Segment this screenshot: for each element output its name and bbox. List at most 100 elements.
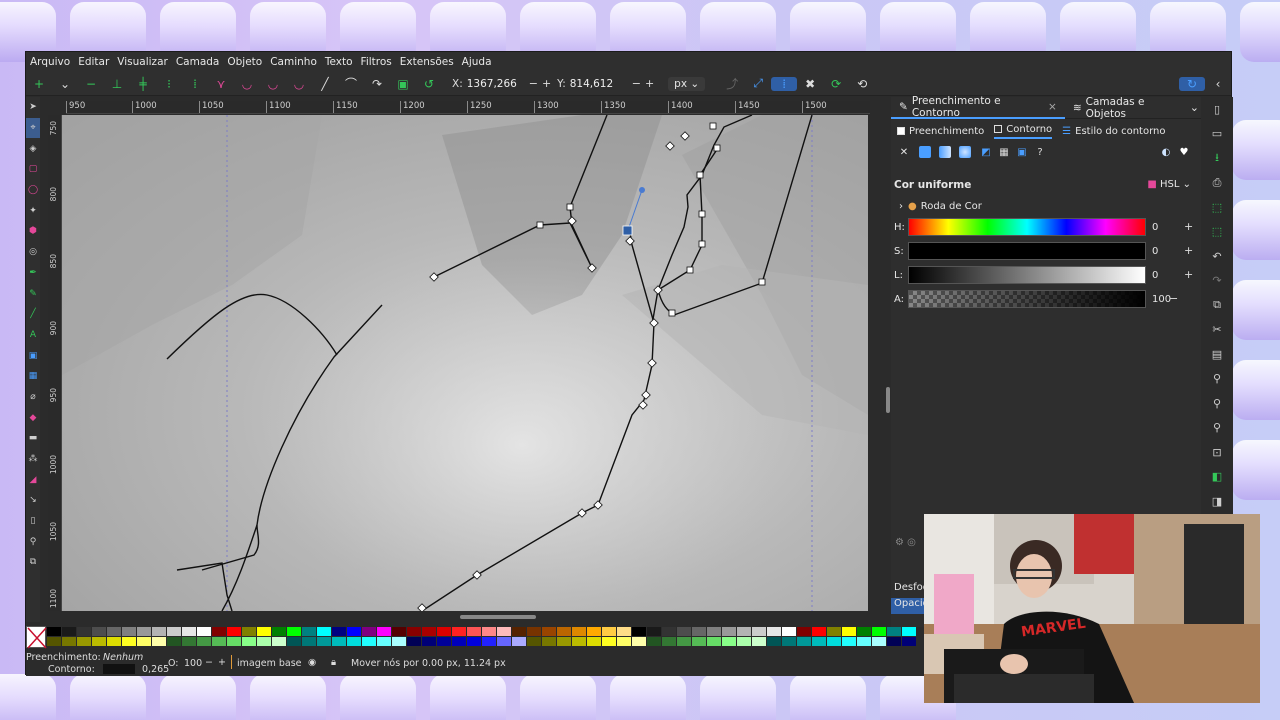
color-wheel-expander[interactable]: › ● Roda de Cor [899,201,1201,212]
palette-swatch[interactable] [422,637,436,646]
palette-swatch[interactable] [872,637,886,646]
redo-icon[interactable]: ↷ [1201,269,1233,294]
radial-gradient-button[interactable] [959,146,971,158]
palette-swatch[interactable] [77,627,91,636]
palette-swatch[interactable] [467,627,481,636]
palette-swatch[interactable] [797,637,811,646]
open-folder-icon[interactable]: ▭ [1201,122,1233,147]
palette-swatch[interactable] [362,637,376,646]
palette-swatch[interactable] [542,627,556,636]
palette-swatch[interactable] [227,627,241,636]
selector-tool-icon[interactable]: ➤ [26,97,40,118]
tweak-tool-icon[interactable]: ◈ [26,138,40,159]
palette-swatch[interactable] [572,627,586,636]
menu-visualizar[interactable]: Visualizar [117,56,168,68]
palette-swatch[interactable] [677,627,691,636]
stroke-swatch[interactable] [103,664,135,674]
palette-swatch[interactable] [137,627,151,636]
show-outline-icon[interactable]: ⟳ [823,77,849,91]
drawing-canvas[interactable] [62,115,868,611]
dropdown-chevron-icon[interactable]: ⌄ [52,77,78,91]
subtab-stroke[interactable]: Contorno [994,124,1053,139]
stroke-width[interactable]: 0,265 [142,664,169,675]
palette-swatch[interactable] [902,637,916,646]
menu-objeto[interactable]: Objeto [227,56,262,68]
color-mode-select[interactable]: ■ HSL ⌄ [1147,179,1191,191]
palette-swatch[interactable] [302,637,316,646]
insert-node-icon[interactable]: + [26,77,52,91]
star-tool-icon[interactable]: ✦ [26,200,40,221]
palette-swatch[interactable] [107,627,121,636]
opacity-minus-button[interactable]: − [205,657,213,668]
palette-swatch[interactable] [377,637,391,646]
snap-toggle-icon[interactable]: ↻ [1179,76,1205,91]
lightness-value[interactable]: 0 [1152,270,1158,281]
pen-tool-icon[interactable]: ✒ [26,263,40,284]
palette-swatch[interactable] [647,637,661,646]
palette-swatch[interactable] [362,627,376,636]
zoom-selection-icon[interactable]: ⚲ [1201,367,1233,392]
palette-swatch[interactable] [482,637,496,646]
palette-swatch[interactable] [452,637,466,646]
dropper-tool-icon[interactable]: ⌀ [26,387,40,408]
palette-swatch[interactable] [497,637,511,646]
palette-swatch[interactable] [62,627,76,636]
pattern-button[interactable]: ▦ [997,145,1011,159]
palette-swatch[interactable] [437,627,451,636]
menu-camada[interactable]: Camada [176,56,220,68]
palette-swatch[interactable] [227,637,241,646]
palette-swatch[interactable] [692,637,706,646]
swatch-button[interactable]: ▣ [1015,145,1029,159]
palette-swatch[interactable] [512,627,526,636]
palette-swatch[interactable] [92,627,106,636]
palette-swatch[interactable] [602,637,616,646]
current-layer[interactable]: imagem base [237,658,302,669]
spiral-tool-icon[interactable]: ◎ [26,242,40,263]
chevron-down-icon[interactable]: ⌄ [1190,101,1199,114]
palette-swatch[interactable] [257,637,271,646]
print-icon[interactable]: ⎙ [1201,171,1233,196]
palette-swatch[interactable] [377,627,391,636]
palette-swatch[interactable] [527,637,541,646]
3d-box-tool-icon[interactable]: ⬢ [26,221,40,242]
no-paint-button[interactable]: ✕ [897,145,911,159]
palette-swatch[interactable] [857,627,871,636]
menu-caminho[interactable]: Caminho [270,56,317,68]
palette-swatch[interactable] [302,627,316,636]
fill-rule-evenodd-icon[interactable]: ◐ [1159,145,1173,159]
palette-swatch[interactable] [197,627,211,636]
palette-swatch[interactable] [647,627,661,636]
palette-swatch[interactable] [587,627,601,636]
lightness-slider[interactable] [908,266,1146,284]
palette-swatch[interactable] [572,637,586,646]
vertical-scrollbar[interactable] [886,387,890,413]
menu-filtros[interactable]: Filtros [361,56,392,68]
pencil-tool-icon[interactable]: ✎ [26,283,40,304]
palette-swatch[interactable] [47,637,61,646]
palette-swatch[interactable] [197,637,211,646]
ellipse-tool-icon[interactable]: ◯ [26,180,40,201]
palette-swatch[interactable] [782,637,796,646]
saturation-value[interactable]: 0 [1152,246,1158,257]
symmetric-node-icon[interactable]: ◡ [260,77,286,91]
tab-fill-stroke[interactable]: ✎ Preenchimento e Contorno × [891,95,1065,119]
palette-swatch[interactable] [662,637,676,646]
save-icon[interactable]: ⭳ [1201,146,1233,171]
line-segment-icon[interactable]: ╱ [312,77,338,91]
palette-swatch[interactable] [872,627,886,636]
saturation-slider[interactable] [908,242,1146,260]
palette-swatch[interactable] [272,627,286,636]
menu-ajuda[interactable]: Ajuda [462,56,492,68]
hue-slider[interactable] [908,218,1146,236]
palette-swatch[interactable] [842,627,856,636]
gradient-tool-icon[interactable]: ▣ [26,345,40,366]
palette-swatch[interactable] [182,627,196,636]
palette-swatch[interactable] [767,637,781,646]
palette-swatches[interactable] [47,626,927,648]
curve-segment-icon[interactable]: ⌒ [338,75,364,92]
x-plus-button[interactable]: + [542,77,551,90]
measure-tool-icon[interactable]: ⧉ [26,552,40,573]
palette-swatch[interactable] [167,627,181,636]
palette-swatch[interactable] [677,637,691,646]
edit-path-effect-icon[interactable]: ⟲ [849,77,875,91]
